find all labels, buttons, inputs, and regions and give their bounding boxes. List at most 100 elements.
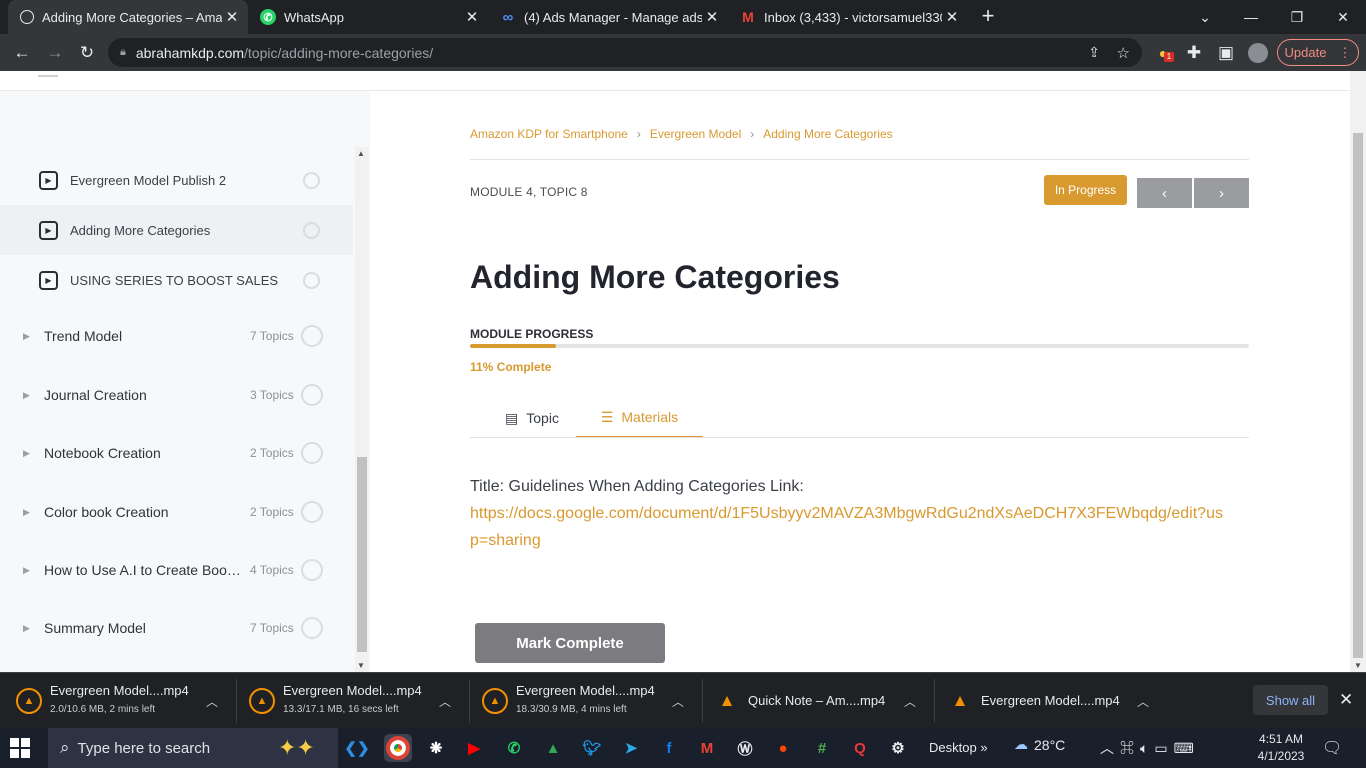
sidebar-module[interactable]: ▶ How to Use A.I to Create Books ... 4 T… <box>0 545 353 595</box>
sidebar-scrollbar[interactable]: ▲ ▼ <box>355 147 369 672</box>
breadcrumb-link[interactable]: Adding More Categories <box>763 127 892 141</box>
restore-button[interactable]: ❐ <box>1274 0 1320 34</box>
download-item[interactable]: ▲ Evergreen Model....mp4 2.0/10.6 MB, 2 … <box>16 673 236 729</box>
expand-arrow-icon: ▶ <box>23 389 30 400</box>
weather-widget[interactable]: ☁ 28°C <box>1014 736 1065 753</box>
download-item[interactable]: ▲ Quick Note – Am....mp4 ︿ <box>714 673 934 729</box>
chrome-icon[interactable] <box>384 734 412 762</box>
mark-complete-button[interactable]: Mark Complete <box>475 623 665 663</box>
menu-icon[interactable] <box>38 75 58 77</box>
download-item[interactable]: ▲ Evergreen Model....mp4 ︿ <box>947 673 1167 729</box>
whatsapp-icon[interactable]: ✆ <box>500 734 528 762</box>
close-icon[interactable]: ✕ <box>942 8 962 26</box>
window-close-button[interactable]: ✕ <box>1320 0 1366 34</box>
video-play-icon: ▶ <box>39 220 58 240</box>
scroll-down-arrow-icon[interactable]: ▼ <box>357 661 365 670</box>
wordpress-icon[interactable]: Ⓦ <box>731 734 759 762</box>
reload-icon[interactable]: ↻ <box>74 40 100 66</box>
scroll-up-arrow-icon[interactable]: ▲ <box>357 149 365 158</box>
minimize-button[interactable]: — <box>1228 0 1274 34</box>
taskbar-clock[interactable]: 4:51 AM 4/1/2023 <box>1257 731 1305 765</box>
vlc-cone-icon: ▲ <box>951 691 969 710</box>
breadcrumb-link[interactable]: Amazon KDP for Smartphone <box>470 127 628 141</box>
bookmark-star-icon[interactable]: ☆ <box>1117 44 1130 62</box>
previous-topic-button[interactable]: ‹ <box>1137 178 1192 208</box>
show-all-downloads-button[interactable]: Show all <box>1253 685 1328 715</box>
close-icon[interactable]: ✕ <box>702 8 722 26</box>
scroll-down-arrow-icon[interactable]: ▼ <box>1354 661 1362 670</box>
browser-tab-active[interactable]: Adding More Categories – Amazo ✕ <box>8 0 248 34</box>
update-button[interactable]: Update ⋮ <box>1277 39 1359 66</box>
new-tab-button[interactable]: + <box>976 4 1000 28</box>
address-bar[interactable]: 🔒︎ abrahamkdp.com/topic/adding-more-cate… <box>108 38 1142 67</box>
next-topic-button[interactable]: › <box>1194 178 1249 208</box>
quora-icon[interactable]: Q <box>846 734 874 762</box>
page-scrollbar[interactable]: ▼ <box>1350 71 1366 672</box>
status-circle-icon <box>303 221 320 239</box>
tab-search-chevron-icon[interactable]: ⌄ <box>1182 0 1228 34</box>
breadcrumb-link[interactable]: Evergreen Model <box>650 127 741 141</box>
back-arrow-icon[interactable]: ← <box>9 40 35 66</box>
taskbar-search[interactable]: ⌕ Type here to search ✦✦ <box>48 728 338 768</box>
settings-gear-icon[interactable]: ⚙ <box>884 734 912 762</box>
extensions-puzzle-icon[interactable]: ✚ <box>1181 40 1207 66</box>
reddit-icon[interactable]: ● <box>769 734 797 762</box>
system-tray[interactable]: ︿⌘🔈︎▭⌨ <box>1100 738 1200 758</box>
tab-materials[interactable]: ☰ Materials <box>576 398 703 438</box>
download-item[interactable]: ▲ Evergreen Model....mp4 18.3/30.9 MB, 4… <box>482 673 702 729</box>
gmail-icon[interactable]: M <box>693 734 721 762</box>
scrollbar-thumb[interactable] <box>1353 133 1363 658</box>
chevron-up-icon[interactable]: ︿ <box>439 693 451 710</box>
close-icon[interactable]: ✕ <box>1339 690 1353 710</box>
grid-app-icon[interactable]: # <box>808 734 836 762</box>
windows-start-icon[interactable] <box>10 738 30 758</box>
vscode-icon[interactable]: ❮❯ <box>343 734 371 762</box>
side-panel-icon[interactable]: ▣ <box>1213 40 1239 66</box>
close-icon[interactable]: ✕ <box>222 8 242 26</box>
tab-topic[interactable]: ▤ Topic <box>488 398 576 438</box>
browser-tab-gmail[interactable]: M Inbox (3,433) - victorsamuel3303 ✕ <box>728 0 968 34</box>
facebook-icon[interactable]: f <box>655 734 683 762</box>
sidebar-module[interactable]: ▶ Trend Model 7 Topics <box>0 311 353 361</box>
chevron-double-right-icon: » <box>980 740 988 755</box>
sidebar-module-label: Trend Model <box>44 328 123 344</box>
divider <box>470 437 1249 438</box>
sidebar-module[interactable]: ▶ Summary Model 7 Topics <box>0 603 353 653</box>
sidebar-module[interactable]: ▶ Journal Creation 3 Topics <box>0 370 353 420</box>
materials-list-icon: ☰ <box>600 408 614 425</box>
chevron-up-icon[interactable]: ︿ <box>206 693 218 710</box>
share-icon[interactable]: ⇪ <box>1088 44 1100 61</box>
browser-toolbar: ← → ↻ 🔒︎ abrahamkdp.com/topic/adding-mor… <box>0 34 1366 71</box>
download-item[interactable]: ▲ Evergreen Model....mp4 13.3/17.1 MB, 1… <box>249 673 469 729</box>
profile-avatar[interactable] <box>1245 40 1271 66</box>
search-icon: ⌕ <box>60 738 70 757</box>
download-name: Evergreen Model....mp4 <box>981 693 1120 708</box>
expand-arrow-icon: ▶ <box>23 564 30 575</box>
browser-tab-ads-manager[interactable]: ∞ (4) Ads Manager - Manage ads - ✕ <box>488 0 728 34</box>
sidebar-lesson[interactable]: ▶ Evergreen Model Publish 2 <box>0 155 353 205</box>
breadcrumb: Amazon KDP for Smartphone › Evergreen Mo… <box>470 127 893 141</box>
sidebar-module[interactable]: ▶ Color book Creation 2 Topics <box>0 487 353 537</box>
divider <box>236 679 237 723</box>
desktop-toolbar[interactable]: Desktop » <box>929 740 988 755</box>
browser-tab-whatsapp[interactable]: ✆ WhatsApp ✕ <box>248 0 488 34</box>
chevron-up-icon[interactable]: ︿ <box>672 693 684 710</box>
chevron-up-icon[interactable]: ︿ <box>1137 693 1149 710</box>
close-icon[interactable]: ✕ <box>462 8 482 26</box>
sidebar-lesson[interactable]: ▶ USING SERIES TO BOOST SALES <box>0 255 353 305</box>
chevron-up-icon[interactable]: ︿ <box>904 693 916 710</box>
extension-icon[interactable]: ● 1 <box>1150 40 1176 66</box>
browser-tab-strip: Adding More Categories – Amazo ✕ ✆ Whats… <box>0 0 1366 34</box>
scrollbar-thumb[interactable] <box>357 457 367 652</box>
telegram-icon[interactable]: ➤ <box>617 734 645 762</box>
status-badge: In Progress <box>1044 175 1127 205</box>
notification-icon[interactable]: 🗨︎ <box>1322 738 1342 758</box>
materials-link[interactable]: https://docs.google.com/document/d/1F5Us… <box>470 505 1223 549</box>
forward-arrow-icon[interactable]: → <box>42 40 68 66</box>
chatgpt-icon[interactable]: ❋ <box>422 734 450 762</box>
sidebar-lesson-current[interactable]: ▶ Adding More Categories <box>0 205 353 255</box>
youtube-icon[interactable]: ▶ <box>460 734 488 762</box>
twitter-icon[interactable]: 🐦︎ <box>578 734 606 762</box>
google-drive-icon[interactable]: ▲ <box>539 734 567 762</box>
sidebar-module[interactable]: ▶ Notebook Creation 2 Topics <box>0 428 353 478</box>
